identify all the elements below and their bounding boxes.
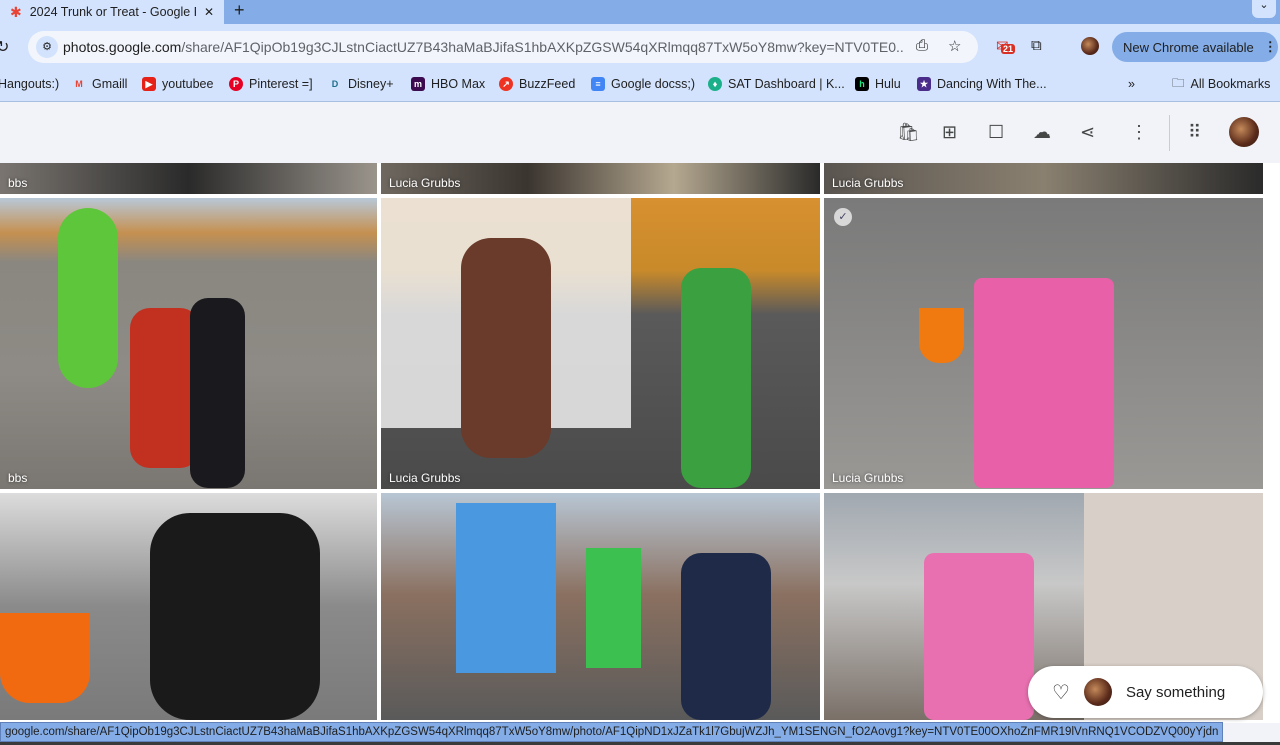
divider xyxy=(1169,115,1170,151)
order-photos-icon[interactable]: 🛍 xyxy=(897,122,920,143)
photo-tile[interactable]: Lucia Grubbs xyxy=(381,163,820,194)
bookmark-hangouts[interactable]: Hangouts:) xyxy=(0,77,59,91)
photo-tile[interactable]: Lucia Grubbs xyxy=(381,198,820,489)
pinterest-icon: P xyxy=(229,77,243,91)
hulu-icon: h xyxy=(855,77,869,91)
photo-owner: Lucia Grubbs xyxy=(389,471,461,485)
bookmark-gmail[interactable]: M Gmaill xyxy=(72,77,127,91)
select-check-icon[interactable]: ✓ xyxy=(834,208,852,226)
photo-tile[interactable]: bbs xyxy=(0,198,377,489)
comment-bar[interactable]: ♡ Say something xyxy=(1028,666,1263,718)
site-settings-icon[interactable]: ⚙ xyxy=(36,36,58,58)
commenter-avatar xyxy=(1083,678,1112,706)
photo-owner: Lucia Grubbs xyxy=(389,176,461,190)
bookmark-hulu[interactable]: h Hulu xyxy=(855,77,901,91)
all-bookmarks-button[interactable]: 🗀 All Bookmarks xyxy=(1172,74,1270,95)
dancing-icon: ★ xyxy=(917,77,931,91)
close-tab-icon[interactable]: ✕ xyxy=(204,5,214,19)
folder-icon: 🗀 xyxy=(1172,75,1185,90)
photo-tile[interactable]: bbs xyxy=(0,163,377,194)
khan-icon: ♦ xyxy=(708,77,722,91)
new-tab-button[interactable]: + xyxy=(234,0,245,21)
tab-search-button[interactable]: ⌄ xyxy=(1252,0,1276,18)
tab-strip: ✱ 2024 Trunk or Treat - Google Photos ✕ … xyxy=(0,0,1280,24)
bookmark-pinterest[interactable]: P Pinterest =] xyxy=(229,77,313,91)
photo-owner: Lucia Grubbs xyxy=(832,176,904,190)
hbo-max-icon: m xyxy=(411,77,425,91)
reload-icon[interactable]: ↻ xyxy=(0,37,9,57)
comment-icon[interactable]: ☐ xyxy=(988,122,1004,143)
bookmark-buzzfeed[interactable]: ↗ BuzzFeed xyxy=(499,77,575,91)
gmail-icon: M xyxy=(75,79,83,89)
bookmarks-bar: Hangouts:) M Gmaill ▶ youtubee P Pinterest … xyxy=(0,72,1280,96)
google-apps-icon[interactable]: ⠿ xyxy=(1188,122,1201,143)
photo-owner: bbs xyxy=(8,176,28,190)
buzzfeed-icon: ↗ xyxy=(499,77,513,91)
add-photos-icon[interactable]: ⊞ xyxy=(942,122,957,143)
tab-title: 2024 Trunk or Treat - Google Photos xyxy=(29,5,196,19)
google-docs-icon: ≡ xyxy=(591,77,605,91)
profile-avatar[interactable] xyxy=(1081,37,1099,55)
more-options-icon[interactable]: ⋮ xyxy=(1130,122,1148,143)
photo-tile[interactable] xyxy=(0,493,377,720)
bookmark-disney[interactable]: D Disney+ xyxy=(328,77,394,91)
download-cloud-icon[interactable]: ☁ xyxy=(1033,122,1051,143)
bookmark-youtube[interactable]: ▶ youtubee xyxy=(142,77,213,91)
bookmark-google-docs[interactable]: ≡ Google docss;) xyxy=(591,77,695,91)
youtube-icon: ▶ xyxy=(142,77,156,91)
photos-app-bar: 🛍 ⊞ ☐ ☁ ⋖ ⋮ ⠿ xyxy=(0,103,1280,163)
link-status-bubble: google.com/share/AF1QipOb19g3CJLstnCiact… xyxy=(0,722,1224,742)
photo-grid: bbs Lucia Grubbs Lucia Grubbs bbs Lucia … xyxy=(0,163,1280,723)
photo-tile[interactable] xyxy=(381,493,820,720)
extensions-icon[interactable]: ⧉ xyxy=(1031,37,1042,54)
browser-toolbar: ↻ ⚙ photos.google.com/share/AF1QipOb19g3… xyxy=(0,24,1280,102)
photo-tile[interactable]: ✓ Lucia Grubbs xyxy=(824,198,1263,489)
tab-active[interactable]: ✱ 2024 Trunk or Treat - Google Photos ✕ xyxy=(0,0,224,24)
disney-icon: D xyxy=(331,79,339,89)
bookmark-star-icon[interactable]: ☆ xyxy=(948,37,961,55)
bookmark-sat-dashboard[interactable]: ♦ SAT Dashboard | K... xyxy=(708,77,845,91)
address-bar[interactable]: ⚙ photos.google.com/share/AF1QipOb19g3CJ… xyxy=(28,31,978,63)
photo-tile[interactable]: Lucia Grubbs xyxy=(824,163,1263,194)
like-heart-icon[interactable]: ♡ xyxy=(1052,680,1070,705)
say-something-input[interactable]: Say something xyxy=(1126,684,1225,701)
new-chrome-label: New Chrome available xyxy=(1123,39,1254,55)
bookmark-dancing[interactable]: ★ Dancing With The... xyxy=(917,77,1047,91)
more-icon[interactable]: ⋮ xyxy=(1264,39,1277,55)
install-app-icon[interactable]: ⎙ xyxy=(916,37,928,54)
google-photos-icon: ✱ xyxy=(10,3,22,20)
bookmark-hbo-max[interactable]: m HBO Max xyxy=(411,77,485,91)
photo-owner: Lucia Grubbs xyxy=(832,471,904,485)
account-avatar[interactable] xyxy=(1229,117,1259,147)
url-text[interactable]: photos.google.com/share/AF1QipOb19g3CJLs… xyxy=(63,39,903,55)
share-icon[interactable]: ⋖ xyxy=(1080,122,1095,143)
bookmarks-overflow-button[interactable]: » xyxy=(1128,77,1135,91)
photo-owner: bbs xyxy=(8,471,28,485)
mail-badge: 21 xyxy=(1001,44,1016,54)
new-chrome-button[interactable]: New Chrome available ⋮ xyxy=(1112,32,1278,62)
